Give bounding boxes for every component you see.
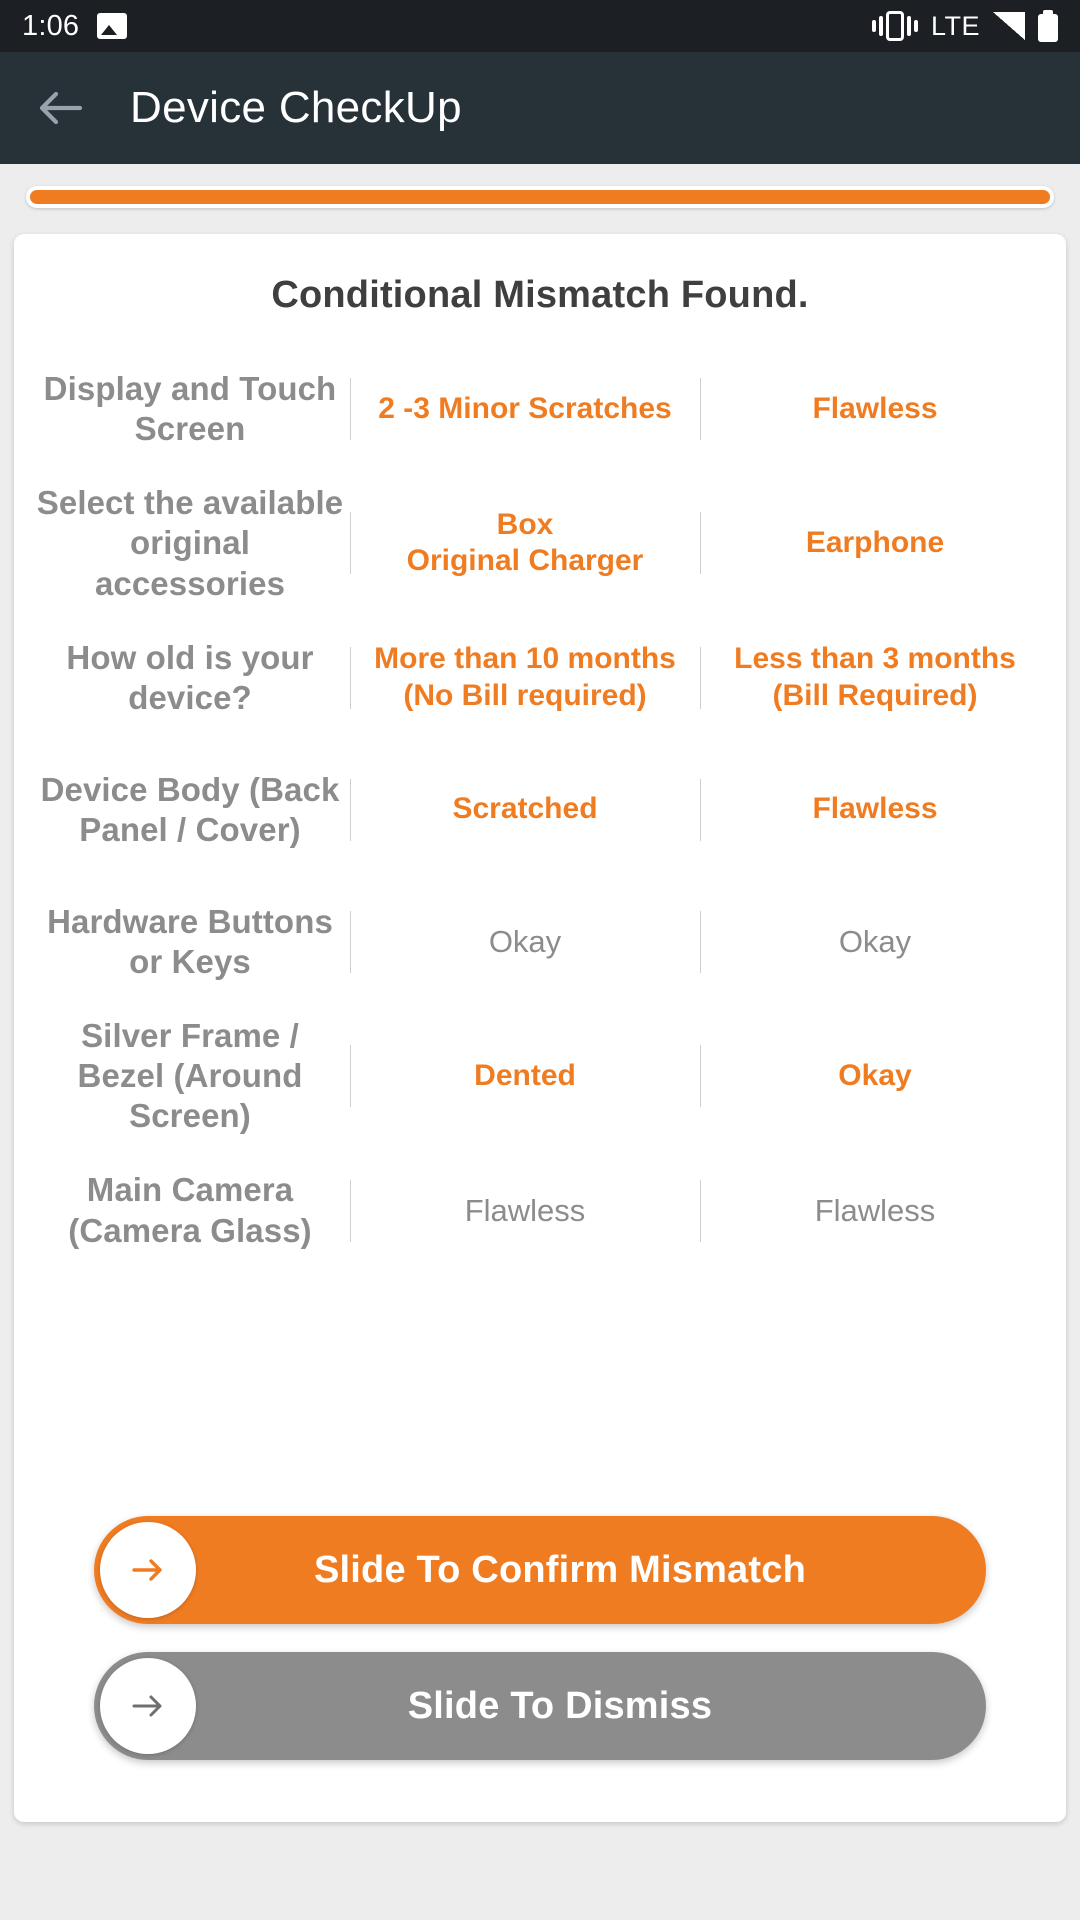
signal-icon xyxy=(993,12,1025,40)
table-row: Silver Frame / Bezel (Around Screen) Den… xyxy=(30,1008,1050,1145)
row-right-value: Flawless xyxy=(700,383,1050,436)
row-right-value: Flawless xyxy=(700,783,1050,836)
row-right-value: Earphone xyxy=(700,517,1050,570)
row-label: Select the available original accessorie… xyxy=(36,484,344,602)
content-area: Conditional Mismatch Found. Display and … xyxy=(0,164,1080,1920)
row-left-value: Scratched xyxy=(350,783,700,836)
network-type-label: LTE xyxy=(930,10,980,41)
table-row: How old is your device? More than 10 mon… xyxy=(30,612,1050,744)
battery-icon xyxy=(1038,10,1058,42)
row-left-value: Okay xyxy=(350,915,700,969)
row-left-value: Dented xyxy=(350,1050,700,1103)
status-bar-clock: 1:06 xyxy=(22,9,80,42)
slide-dismiss-label: Slide To Dismiss xyxy=(407,1684,713,1727)
card-title: Conditional Mismatch Found. xyxy=(271,274,809,316)
vibrate-icon xyxy=(871,11,918,41)
status-bar-right: LTE xyxy=(871,10,1058,42)
card-spacer xyxy=(30,1277,1050,1517)
progress-bar xyxy=(26,186,1054,208)
mismatch-card: Conditional Mismatch Found. Display and … xyxy=(14,234,1066,1822)
status-bar: 1:06 LTE xyxy=(0,0,1080,52)
row-right-value: Flawless xyxy=(700,1184,1050,1238)
row-left-value: More than 10 months (No Bill required) xyxy=(350,633,700,722)
page-title: Device CheckUp xyxy=(130,83,462,132)
row-left-value: 2 -3 Minor Scratches xyxy=(350,383,700,436)
row-right-value: Less than 3 months (Bill Required) xyxy=(700,633,1050,722)
comparison-table: Display and Touch Screen 2 -3 Minor Scra… xyxy=(30,343,1050,1277)
slide-confirm-label: Slide To Confirm Mismatch xyxy=(313,1548,806,1591)
row-right-value: Okay xyxy=(700,1050,1050,1103)
arrow-right-icon[interactable] xyxy=(100,1658,196,1754)
table-row: Main Camera (Camera Glass) Flawless Flaw… xyxy=(30,1145,1050,1277)
progress-bar-fill xyxy=(30,190,1050,204)
row-label: Device Body (Back Panel / Cover) xyxy=(40,770,340,848)
row-label: How old is your device? xyxy=(66,638,314,716)
slide-to-dismiss-button[interactable]: Slide To Dismiss xyxy=(94,1652,986,1760)
table-row: Device Body (Back Panel / Cover) Scratch… xyxy=(30,744,1050,876)
table-row: Display and Touch Screen 2 -3 Minor Scra… xyxy=(30,343,1050,475)
row-right-value: Okay xyxy=(700,915,1050,969)
row-label: Hardware Buttons or Keys xyxy=(47,902,333,980)
row-left-value: Box Original Charger xyxy=(350,499,700,588)
table-row: Hardware Buttons or Keys Okay Okay xyxy=(30,876,1050,1008)
arrow-right-icon[interactable] xyxy=(100,1522,196,1618)
app-bar: Device CheckUp xyxy=(0,52,1080,164)
row-label: Display and Touch Screen xyxy=(43,369,337,447)
row-label: Main Camera (Camera Glass) xyxy=(68,1171,312,1249)
back-arrow-icon[interactable] xyxy=(34,83,84,133)
row-left-value: Flawless xyxy=(350,1184,700,1238)
image-icon xyxy=(97,13,128,39)
slide-actions: Slide To Confirm Mismatch Slide To Dismi… xyxy=(30,1516,1050,1822)
row-label: Silver Frame / Bezel (Around Screen) xyxy=(77,1016,303,1135)
slide-to-confirm-mismatch-button[interactable]: Slide To Confirm Mismatch xyxy=(94,1516,986,1624)
table-row: Select the available original accessorie… xyxy=(30,475,1050,612)
status-bar-left: 1:06 xyxy=(22,9,128,43)
